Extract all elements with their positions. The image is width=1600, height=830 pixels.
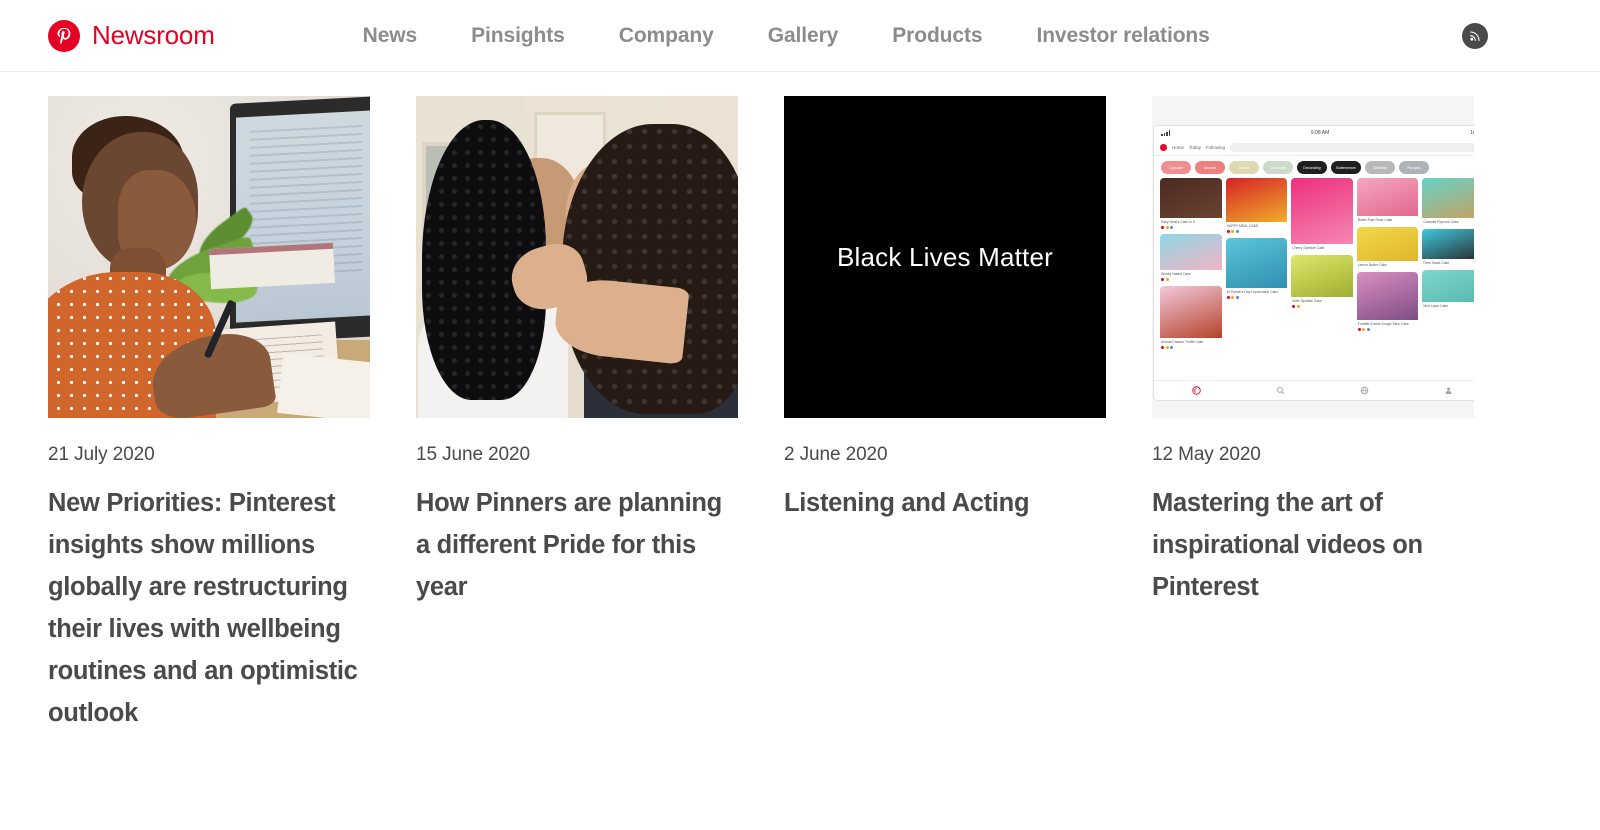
pin-caption: HAPPY MEAL CAKE [1226, 224, 1259, 228]
pin-reactions [1357, 327, 1419, 332]
nav-item-company[interactable]: Company [619, 18, 714, 54]
app-device-frame: 9:08 AM 100% Home Today Following Cupcak… [1154, 126, 1474, 400]
app-tab-following[interactable]: Following [1206, 145, 1225, 150]
pin-caption: Wonky Naked Cake [1161, 272, 1191, 277]
pinterest-icon [1160, 144, 1167, 151]
filter-chip[interactable]: Birthday [1365, 161, 1395, 174]
app-pin[interactable]: Oreo Stack Cake [1422, 229, 1474, 266]
pin-caption: Lemon Butter Cake [1357, 263, 1387, 268]
app-tab-home[interactable]: Home [1172, 145, 1184, 150]
pin-reactions [1226, 295, 1288, 300]
filter-chip[interactable]: Recipes [1399, 161, 1429, 174]
pin-caption: Funfetti Cookie Dough Slice Cake [1357, 322, 1409, 327]
pin-reactions [1160, 277, 1222, 282]
battery-level: 100% [1470, 130, 1474, 136]
app-pin[interactable]: Lemon Butter Cake [1356, 227, 1419, 268]
filter-chip[interactable]: Buttercream [1331, 161, 1361, 174]
filter-chip[interactable]: Decorating [1297, 161, 1327, 174]
article-title: How Pinners are planning a different Pri… [416, 489, 722, 601]
pinterest-app-screenshot: 9:08 AM 100% Home Today Following Cupcak… [1152, 96, 1474, 418]
app-pin[interactable]: Butter Pipe Rose Cake [1356, 178, 1419, 223]
app-filter-chips: Cupcake Dessert Sweet Chocolate Decorati… [1154, 156, 1474, 178]
pin-caption: Animal Cracker Truffle Cake [1161, 340, 1204, 345]
filter-chip[interactable]: Chocolate [1263, 161, 1293, 174]
home-icon[interactable] [1191, 386, 1201, 395]
black-lives-matter-graphic: Black Lives Matter [784, 96, 1106, 418]
article-date: 21 July 2020 [48, 444, 155, 465]
app-pin[interactable]: Cherry Sprinkle Cake [1291, 178, 1353, 251]
globe-icon[interactable] [1360, 386, 1369, 395]
article-thumbnail: Black Lives Matter [784, 96, 1106, 418]
pin-caption: St Patrick's Day Leprechaun Cake [1226, 290, 1279, 295]
article-date: 15 June 2020 [416, 444, 530, 465]
app-pin[interactable]: Killer Sprinkle Cake [1291, 255, 1353, 309]
nav-item-pinsights[interactable]: Pinsights [471, 18, 565, 54]
pin-reactions [1160, 225, 1222, 230]
status-time: 9:08 AM [1310, 130, 1330, 136]
pin-caption: Oreo Stack Cake [1423, 261, 1450, 266]
article-card[interactable]: 21 July 2020 New Priorities: Pinterest i… [48, 96, 370, 734]
pin-reactions [1291, 304, 1353, 309]
app-pin[interactable]: Wonky Naked Cake [1160, 234, 1222, 282]
article-card-grid: 21 July 2020 New Priorities: Pinterest i… [0, 72, 1600, 734]
pin-caption: Caramel Popcorn Cake [1423, 220, 1459, 224]
brand-logo-link[interactable]: Newsroom [48, 19, 215, 52]
article-date: 2 June 2020 [784, 444, 888, 465]
article-thumbnail: 9:08 AM 100% Home Today Following Cupcak… [1152, 96, 1474, 418]
filter-chip[interactable]: Cupcake [1161, 161, 1191, 174]
filter-chip[interactable]: Sweet [1229, 161, 1259, 174]
app-top-bar: Home Today Following [1154, 140, 1474, 156]
nav-item-gallery[interactable]: Gallery [768, 18, 839, 54]
article-title: Listening and Acting [784, 489, 1030, 517]
pinterest-logo-icon [48, 19, 80, 52]
app-pin[interactable]: Funfetti Cookie Dough Slice Cake [1356, 272, 1419, 332]
app-search-input[interactable] [1230, 143, 1474, 152]
main-navigation: News Pinsights Company Gallery Products … [363, 18, 1210, 54]
app-status-bar: 9:08 AM 100% [1154, 126, 1474, 140]
article-thumbnail [416, 96, 738, 418]
article-date: 12 May 2020 [1152, 444, 1261, 465]
nav-item-products[interactable]: Products [892, 18, 982, 54]
woman-writing-at-desk-photo [48, 96, 370, 418]
filter-chip[interactable]: Dessert [1195, 161, 1225, 174]
app-tab-bar [1154, 380, 1474, 400]
app-pin[interactable]: Easy Devil's Cake in 5 [1160, 178, 1222, 230]
signal-bars-icon [1161, 130, 1170, 136]
pin-reactions [1160, 345, 1222, 350]
article-card[interactable]: Black Lives Matter 2 June 2020 Listening… [784, 96, 1106, 524]
rss-feed-icon[interactable] [1462, 22, 1488, 49]
black-lives-matter-text: Black Lives Matter [836, 241, 1053, 272]
article-title: New Priorities: Pinterest insights show … [48, 489, 358, 727]
two-women-kissing-photo [416, 96, 738, 418]
site-header: Newsroom News Pinsights Company Gallery … [0, 0, 1600, 72]
nav-item-investor-relations[interactable]: Investor relations [1036, 18, 1209, 54]
nav-item-news[interactable]: News [363, 18, 418, 54]
app-pin[interactable]: Animal Cracker Truffle Cake [1160, 286, 1222, 350]
brand-name: Newsroom [92, 20, 215, 50]
app-pin[interactable]: Caramel Popcorn Cake [1422, 178, 1474, 225]
profile-icon[interactable] [1444, 386, 1453, 395]
app-pin[interactable]: St Patrick's Day Leprechaun Cake [1225, 238, 1288, 300]
app-pin-grid: Easy Devil's Cake in 5 Wonky Naked Cake … [1154, 178, 1474, 400]
pin-caption: Butter Pipe Rose Cake [1357, 218, 1393, 222]
app-pin[interactable]: HAPPY MEAL CAKE [1225, 178, 1288, 234]
app-pin[interactable]: Mint Layer Cake [1422, 270, 1474, 309]
pin-caption: Mint Layer Cake [1423, 304, 1449, 309]
app-tab-today[interactable]: Today [1189, 145, 1201, 150]
pin-caption: Easy Devil's Cake in 5 [1161, 220, 1195, 224]
article-card[interactable]: 9:08 AM 100% Home Today Following Cupcak… [1152, 96, 1474, 608]
pin-caption: Killer Sprinkle Cake [1292, 299, 1322, 304]
article-card[interactable]: 15 June 2020 How Pinners are planning a … [416, 96, 738, 608]
pin-reactions [1226, 229, 1288, 234]
pin-caption: Cherry Sprinkle Cake [1292, 246, 1325, 250]
search-icon[interactable] [1276, 386, 1285, 395]
article-thumbnail [48, 96, 370, 418]
article-title: Mastering the art of inspirational video… [1152, 489, 1423, 601]
